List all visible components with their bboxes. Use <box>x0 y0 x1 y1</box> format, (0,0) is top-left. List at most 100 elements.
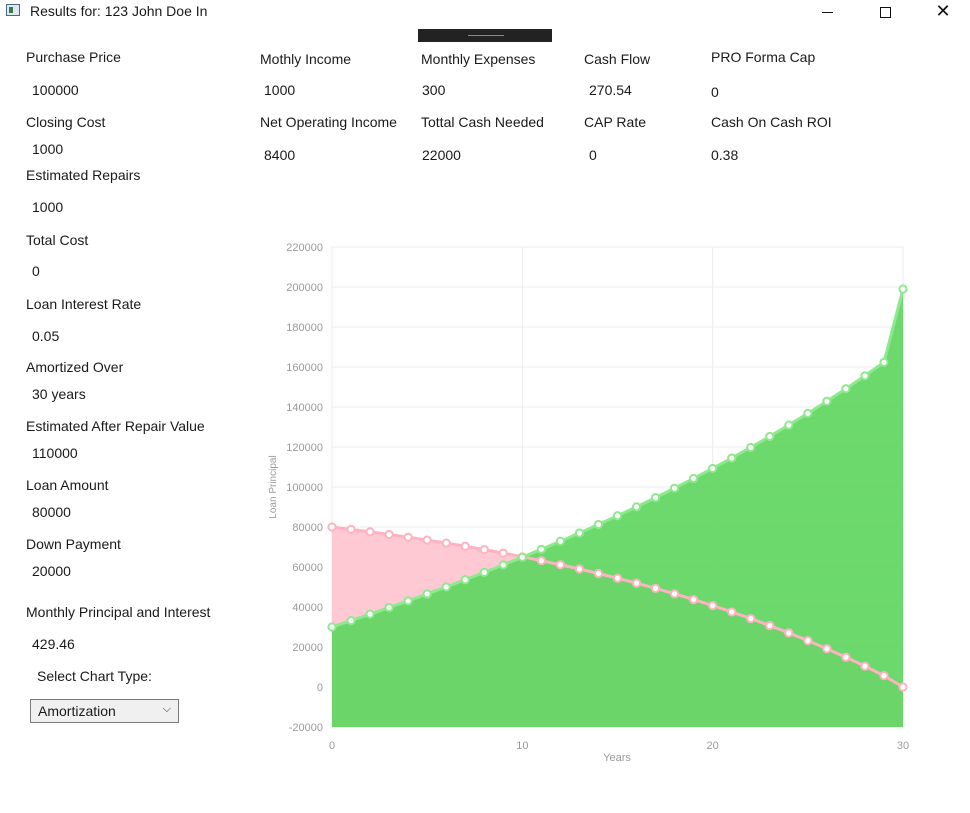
cash-on-cash-roi-value: 0.38 <box>711 147 739 163</box>
window-title: Results for: 123 John Doe In <box>30 3 208 19</box>
loan-principal-point <box>365 527 375 537</box>
loan-principal-point <box>403 532 413 542</box>
y-axis-label: Loan Principal <box>268 455 279 518</box>
equity-point <box>860 371 870 381</box>
after-repair-value-label: Estimated After Repair Value <box>26 418 205 434</box>
x-tick-label: 20 <box>707 740 719 752</box>
equity-point <box>422 589 432 599</box>
loan-amount-label: Loan Amount <box>26 477 109 493</box>
loan-principal-point <box>879 671 889 681</box>
equity-point <box>879 357 889 367</box>
equity-point <box>689 473 699 484</box>
down-payment-value: 20000 <box>32 563 71 579</box>
loan-principal-area <box>332 527 903 727</box>
loan-principal-point <box>746 613 756 624</box>
equity-point <box>574 528 585 538</box>
purchase-price-label: Purchase Price <box>26 49 121 65</box>
estimated-repairs-label: Estimated Repairs <box>26 167 141 183</box>
loan-principal-line <box>331 525 904 689</box>
monthly-income-value: 1000 <box>264 82 296 98</box>
down-payment-label: Down Payment <box>26 536 121 552</box>
close-icon: ✕ <box>935 1 951 22</box>
loan-principal-point <box>803 636 813 646</box>
loan-principal-point <box>765 620 775 631</box>
close-button[interactable]: ✕ <box>920 0 966 24</box>
y-tick-label: 220000 <box>286 242 323 254</box>
cash-on-cash-roi-label: Cash On Cash ROI <box>711 114 832 130</box>
equity-point <box>593 519 604 530</box>
loan-principal-point <box>727 607 737 617</box>
minimize-icon <box>821 11 833 13</box>
chevron-down-icon: ⌵ <box>162 702 171 715</box>
cap-rate-value: 0 <box>589 147 597 163</box>
monthly-expenses-value: 300 <box>422 82 446 98</box>
loan-principal-point <box>384 529 394 540</box>
amortized-over-value: 30 years <box>32 386 86 402</box>
y-tick-label: 60000 <box>292 562 323 574</box>
equity-point <box>460 575 470 585</box>
loan-principal-point <box>612 573 623 583</box>
y-tick-label: 180000 <box>286 322 323 334</box>
loan-principal-point <box>422 535 432 545</box>
after-repair-value-value: 110000 <box>32 445 78 461</box>
cap-rate-label: CAP Rate <box>584 114 646 130</box>
closing-cost-label: Closing Cost <box>26 114 106 130</box>
chart-grid <box>331 246 904 728</box>
loan-principal-point <box>841 652 851 662</box>
monthly-expenses-label: Monthly Expenses <box>421 51 536 67</box>
y-tick-label: 100000 <box>286 482 323 494</box>
x-axis-label: Years <box>603 752 631 764</box>
loan-principal-point <box>346 524 356 534</box>
chart-lines <box>331 288 905 689</box>
loan-principal-point <box>498 548 508 558</box>
total-cost-label: Total Cost <box>26 232 89 248</box>
loan-principal-point <box>898 682 908 692</box>
maximize-icon <box>879 6 891 18</box>
y-tick-label: 0 <box>317 682 323 694</box>
y-tick-label: 160000 <box>286 362 323 374</box>
loan-principal-point <box>631 578 642 588</box>
amortized-over-label: Amortized Over <box>26 359 124 375</box>
x-tick-label: 10 <box>516 740 528 752</box>
equity-point <box>650 493 661 503</box>
equity-point <box>498 560 508 570</box>
loan-principal-point <box>708 600 718 611</box>
equity-point <box>555 536 566 546</box>
cash-flow-value: 270.54 <box>589 82 632 98</box>
y-tick-label: 40000 <box>292 602 323 614</box>
equity-point <box>898 284 908 294</box>
net-operating-income-label: Net Operating Income <box>260 114 397 130</box>
loan-principal-point <box>860 661 870 671</box>
loan-principal-point <box>593 568 604 579</box>
loan-principal-point <box>479 545 489 555</box>
equity-point <box>365 609 375 619</box>
loan-principal-point <box>689 594 699 605</box>
equity-point <box>384 602 394 613</box>
chart-axes: -20000 0 20000 40000 60000 80000 100000 120000 1… <box>286 242 909 752</box>
y-tick-label: 120000 <box>286 442 323 454</box>
loan-principal-point <box>784 628 794 638</box>
maximize-button[interactable] <box>862 0 908 24</box>
loan-principal-point <box>441 538 451 548</box>
chart-type-label: Select Chart Type: <box>37 668 152 684</box>
total-cost-value: 0 <box>32 263 40 279</box>
equity-point <box>708 463 718 474</box>
equity-point <box>803 408 813 418</box>
equity-area <box>332 289 903 727</box>
equity-point <box>612 511 623 521</box>
x-tick-label: 0 <box>329 740 335 752</box>
loan-principal-point <box>670 589 680 599</box>
equity-line <box>331 288 905 629</box>
x-tick-label: 30 <box>897 740 909 752</box>
loan-principal-point <box>327 522 337 532</box>
loan-amount-value: 80000 <box>32 504 71 520</box>
drag-handle[interactable] <box>418 29 552 42</box>
closing-cost-value: 1000 <box>32 141 64 157</box>
equity-point <box>822 396 832 406</box>
y-tick-label: -20000 <box>289 722 323 734</box>
equity-point <box>346 616 356 626</box>
equity-point <box>727 453 737 463</box>
chart-type-select[interactable]: Amortization ⌵ <box>30 699 179 723</box>
minimize-button[interactable] <box>804 0 850 24</box>
total-cash-needed-label: Tottal Cash Needed <box>421 114 544 130</box>
